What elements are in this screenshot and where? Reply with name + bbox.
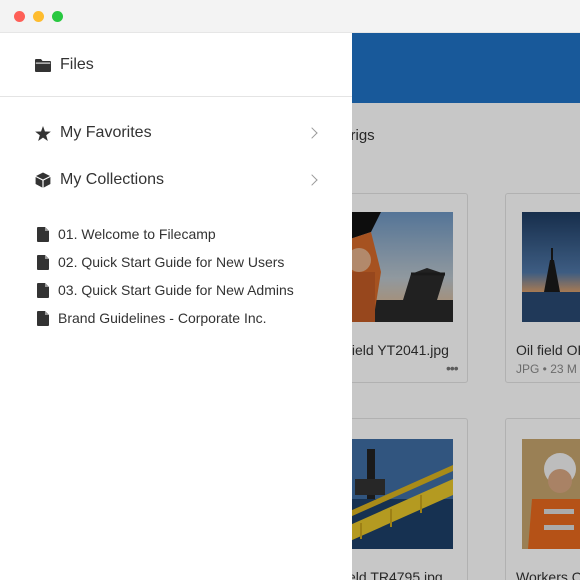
chevron-right-icon	[306, 127, 318, 139]
navigation-drawer: Files My Favorites My Collections 01. We…	[0, 33, 352, 580]
document-link[interactable]: Brand Guidelines - Corporate Inc.	[37, 307, 267, 329]
drawer-title: Files	[60, 56, 94, 73]
nav-item-my-collections[interactable]: My Collections	[0, 168, 352, 192]
nav-item-my-favorites[interactable]: My Favorites	[0, 121, 352, 145]
cube-icon	[35, 172, 51, 188]
chevron-right-icon	[306, 174, 318, 186]
nav-item-label: My Favorites	[60, 124, 152, 141]
star-icon	[35, 125, 51, 141]
document-icon	[37, 254, 49, 270]
drawer-header: Files	[0, 33, 352, 97]
document-link[interactable]: 01. Welcome to Filecamp	[37, 223, 216, 245]
close-window-button[interactable]	[14, 11, 25, 22]
document-link[interactable]: 02. Quick Start Guide for New Users	[37, 251, 284, 273]
window-titlebar	[0, 0, 580, 33]
nav-item-label: My Collections	[60, 171, 165, 188]
document-label: 03. Quick Start Guide for New Admins	[58, 282, 294, 298]
document-label: Brand Guidelines - Corporate Inc.	[58, 310, 267, 326]
files-root-link[interactable]: Files	[0, 53, 352, 77]
document-label: 01. Welcome to Filecamp	[58, 226, 216, 242]
document-label: 02. Quick Start Guide for New Users	[58, 254, 285, 270]
minimize-window-button[interactable]	[33, 11, 44, 22]
document-icon	[37, 310, 49, 326]
document-icon	[37, 282, 49, 298]
folder-icon	[35, 58, 51, 72]
document-icon	[37, 226, 49, 242]
zoom-window-button[interactable]	[52, 11, 63, 22]
document-link[interactable]: 03. Quick Start Guide for New Admins	[37, 279, 294, 301]
